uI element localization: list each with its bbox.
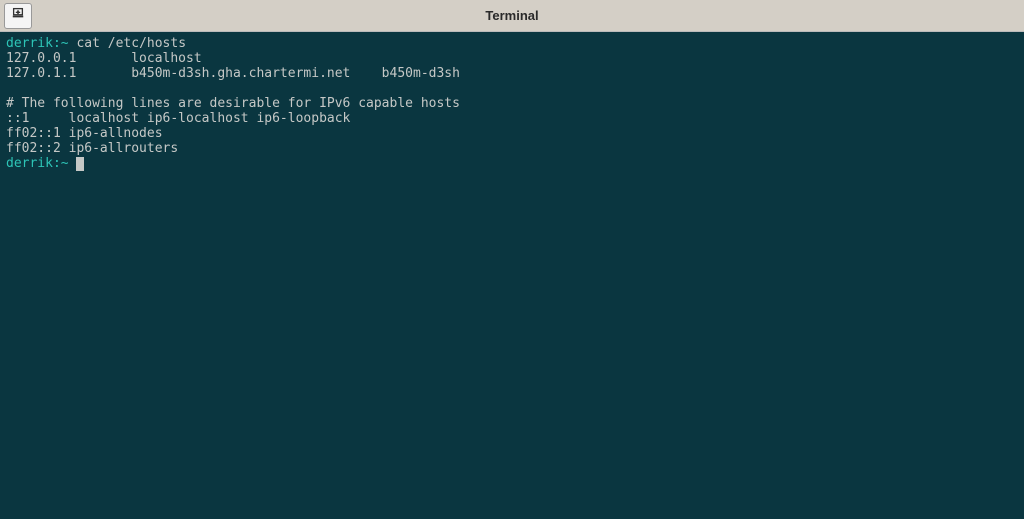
- output-line: ::1 localhost ip6-localhost ip6-loopback: [6, 111, 350, 126]
- terminal-area[interactable]: derrik:~ cat /etc/hosts 127.0.0.1 localh…: [0, 32, 1024, 519]
- prompt-user: derrik:: [6, 36, 61, 51]
- new-tab-icon: [11, 6, 25, 25]
- command-text: [69, 156, 77, 171]
- prompt-path: ~: [61, 36, 69, 51]
- window-title: Terminal: [485, 8, 538, 23]
- output-line: 127.0.0.1 localhost: [6, 51, 202, 66]
- prompt-path: ~: [61, 156, 69, 171]
- output-line: 127.0.1.1 b450m-d3sh.gha.chartermi.net b…: [6, 66, 460, 81]
- window-titlebar: Terminal: [0, 0, 1024, 32]
- command-text: cat /etc/hosts: [69, 36, 186, 51]
- output-line: ff02::2 ip6-allrouters: [6, 141, 178, 156]
- prompt-user: derrik:: [6, 156, 61, 171]
- output-line: ff02::1 ip6-allnodes: [6, 126, 163, 141]
- new-tab-button[interactable]: [4, 3, 32, 29]
- cursor: [76, 157, 84, 171]
- output-line: # The following lines are desirable for …: [6, 96, 460, 111]
